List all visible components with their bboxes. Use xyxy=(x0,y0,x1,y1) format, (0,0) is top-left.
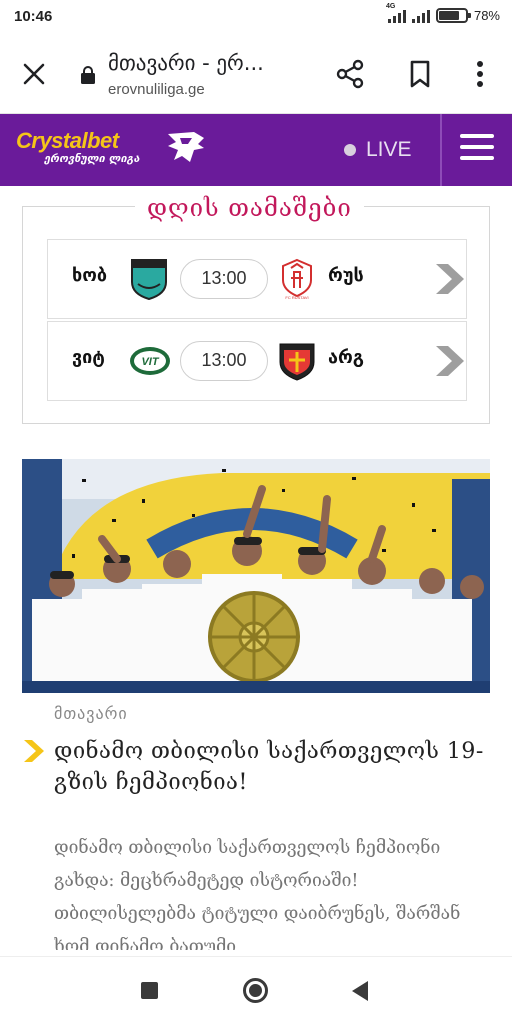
games-of-the-day: დღის თამაშები ხობ 13:00 FC RUSTAVI რუს ვ… xyxy=(22,194,490,424)
logo-warrior-icon xyxy=(168,132,204,162)
browser-toolbar: მთავარი - ერ... erovnuliliga.ge xyxy=(0,36,512,114)
url-domain[interactable]: erovnuliliga.ge xyxy=(108,81,205,98)
crystalbet-logo[interactable]: Crystalbet ეროვნული ლიგა xyxy=(16,128,206,174)
recent-apps-icon[interactable] xyxy=(141,982,158,999)
header-divider xyxy=(440,114,442,186)
cellular-signal-2-icon xyxy=(411,9,430,23)
home-icon[interactable] xyxy=(243,978,268,1003)
home-team: ხობ xyxy=(72,265,108,286)
kickoff-time: 13:00 xyxy=(180,259,268,299)
live-dot-icon xyxy=(344,144,356,156)
battery-icon xyxy=(435,8,471,23)
chevron-right-icon[interactable] xyxy=(434,344,466,378)
battery-percentage: 78% xyxy=(473,8,500,23)
chevron-right-icon xyxy=(24,740,44,762)
cellular-signal-icon: 4G xyxy=(386,3,406,23)
news-image[interactable] xyxy=(22,459,490,693)
aragvi-crest-icon xyxy=(279,343,315,381)
champions-celebration-photo xyxy=(22,459,490,693)
rustavi-crest-icon: FC RUSTAVI xyxy=(282,258,312,300)
live-label: LIVE xyxy=(366,138,412,161)
close-icon[interactable] xyxy=(20,60,48,88)
lock-icon xyxy=(80,66,96,84)
vit-crest-text: VIT xyxy=(141,356,159,368)
share-icon[interactable] xyxy=(334,58,366,90)
network-type-label: 4G xyxy=(385,2,396,10)
status-time: 10:46 xyxy=(14,8,53,25)
system-navigation-bar xyxy=(0,956,512,1024)
news-excerpt[interactable]: დინამო თბილისი საქართველოს ჩემპიონი გახდ… xyxy=(54,832,494,950)
chevron-right-icon[interactable] xyxy=(434,262,466,296)
kickoff-time: 13:00 xyxy=(180,341,268,381)
games-title: დღის თამაშები xyxy=(135,194,364,222)
site-header: Crystalbet ეროვნული ლიგა LIVE xyxy=(0,114,512,186)
back-icon[interactable] xyxy=(352,981,368,1001)
away-team: არგ xyxy=(328,347,364,368)
away-team: რუს xyxy=(328,265,364,286)
kolkheti-khobi-crest-icon xyxy=(131,259,167,300)
home-team: ვიტ xyxy=(72,347,105,368)
news-category[interactable]: მთავარი xyxy=(54,704,128,723)
more-vert-icon[interactable] xyxy=(466,58,494,90)
news-headline[interactable]: დინამო თბილისი საქართველოს 19-გზის ჩემპი… xyxy=(54,736,494,798)
bookmark-icon[interactable] xyxy=(404,58,436,90)
logo-subtitle: ეროვნული ლიგა xyxy=(44,152,140,165)
rustavi-crest-text: FC RUSTAVI xyxy=(285,295,308,300)
status-bar: 10:46 4G 78% xyxy=(0,0,512,36)
match-row[interactable]: ვიტ VIT 13:00 არგ xyxy=(47,321,467,401)
page-title[interactable]: მთავარი - ერ... xyxy=(108,51,264,75)
logo-text: Crystalbet xyxy=(16,128,119,153)
status-indicators: 4G 78% xyxy=(386,3,500,23)
match-row[interactable]: ხობ 13:00 FC RUSTAVI რუს xyxy=(47,239,467,319)
hamburger-menu-icon[interactable] xyxy=(460,134,494,164)
live-button[interactable]: LIVE xyxy=(344,138,412,162)
vit-georgia-crest-icon: VIT xyxy=(130,347,170,375)
